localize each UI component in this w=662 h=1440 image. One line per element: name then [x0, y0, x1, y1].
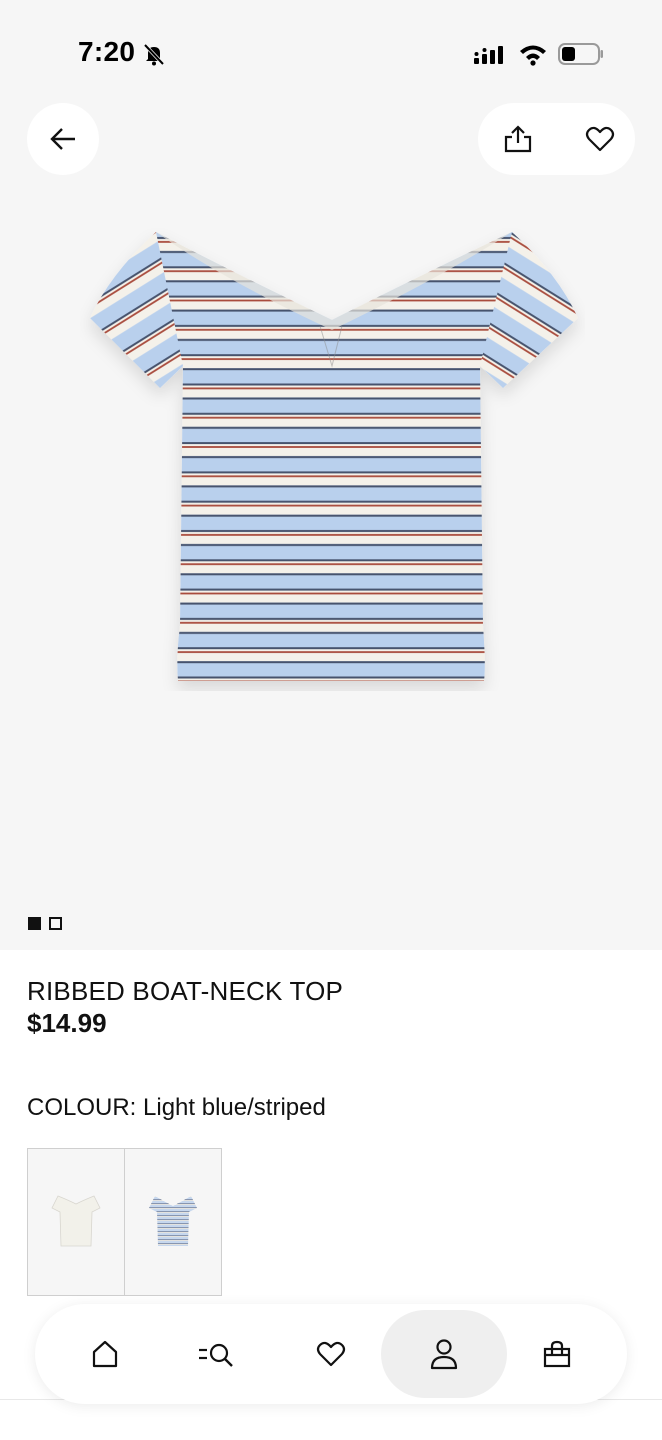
search-icon [199, 1343, 233, 1367]
pagination-dot-active[interactable] [28, 917, 41, 930]
battery-icon [558, 43, 603, 65]
bottom-navigation [35, 1304, 627, 1404]
colour-label: COLOUR: [27, 1094, 137, 1121]
cellular-signal-icon [474, 46, 503, 64]
back-button[interactable] [27, 103, 99, 175]
arrow-left-icon [50, 128, 75, 150]
nav-favourites[interactable] [279, 1304, 383, 1404]
shopping-bag-icon [543, 1340, 571, 1368]
colour-value: Light blue/striped [143, 1094, 326, 1121]
product-price: $14.99 [27, 1008, 107, 1038]
status-bar: 7:20 [0, 0, 662, 100]
share-icon [504, 125, 532, 153]
swatch-light-blue-striped[interactable] [123, 1148, 222, 1296]
heart-icon [316, 1341, 346, 1367]
nav-account[interactable] [381, 1310, 507, 1398]
share-button[interactable] [492, 113, 544, 165]
status-time: 7:20 [78, 36, 136, 67]
gallery-pagination [28, 917, 62, 930]
product-title: RIBBED BOAT-NECK TOP [27, 976, 344, 1006]
bell-slash-icon [143, 43, 165, 66]
white-top-thumbnail [51, 1195, 101, 1247]
home-icon [92, 1340, 118, 1368]
nav-home[interactable] [53, 1304, 157, 1404]
top-actions [478, 103, 635, 175]
striped-top-thumbnail [148, 1196, 197, 1246]
colour-swatches [27, 1148, 222, 1296]
pagination-dot[interactable] [49, 917, 62, 930]
colour-selection-label: COLOUR: Light blue/striped [27, 1094, 326, 1122]
person-icon [430, 1339, 458, 1370]
wifi-icon [520, 45, 546, 66]
swatch-white[interactable] [27, 1148, 125, 1296]
nav-bag[interactable] [505, 1304, 609, 1404]
product-image[interactable] [80, 226, 585, 691]
heart-icon [585, 126, 615, 152]
nav-search[interactable] [165, 1304, 269, 1404]
favorite-button[interactable] [574, 113, 626, 165]
